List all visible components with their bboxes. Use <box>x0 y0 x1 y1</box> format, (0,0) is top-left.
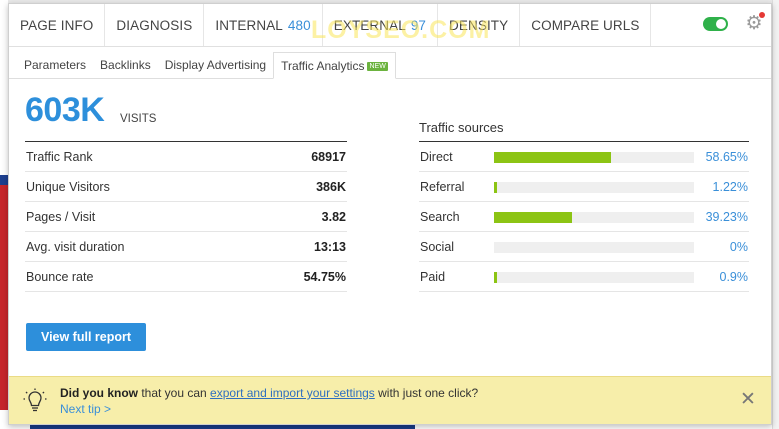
traffic-sources-title: Traffic sources <box>419 120 504 135</box>
stat-row: Avg. visit duration 13:13 <box>25 232 347 262</box>
export-import-settings-link[interactable]: export and import your settings <box>210 386 375 400</box>
source-percent: 0.9% <box>719 270 749 284</box>
subtab-parameters[interactable]: Parameters <box>17 52 93 79</box>
source-row: Search 39.23% <box>419 202 749 232</box>
source-label: Social <box>420 240 455 254</box>
tab-page-info[interactable]: PAGE INFO <box>9 4 106 46</box>
tip-text: with just one click? <box>374 386 479 400</box>
stat-value: 13:13 <box>314 239 346 254</box>
new-badge: new <box>367 62 388 71</box>
source-row: Paid 0.9% <box>419 262 749 292</box>
view-full-report-button[interactable]: View full report <box>26 323 146 351</box>
source-bar <box>494 242 694 253</box>
tab-external[interactable]: EXTERNAL 97 <box>323 4 439 46</box>
tab-count: 97 <box>410 17 427 33</box>
background-page-fragment <box>0 185 8 429</box>
tab-label: PAGE INFO <box>20 17 94 33</box>
visits-value: 603K <box>25 91 105 129</box>
source-bar-fill <box>494 212 573 223</box>
tab-label: EXTERNAL <box>333 17 406 33</box>
source-label: Search <box>420 210 460 224</box>
tip-text: that you can <box>138 386 211 400</box>
source-bar <box>494 212 694 223</box>
background-page-fragment <box>0 175 8 185</box>
tab-label: COMPARE URLS <box>531 17 640 33</box>
visits-label: VISITS <box>120 113 157 125</box>
traffic-analytics-panel: 603K VISITS Traffic Rank 68917 Unique Vis… <box>9 79 771 379</box>
source-label: Direct <box>420 150 453 164</box>
tab-compare-urls[interactable]: COMPARE URLS <box>520 4 652 46</box>
source-bar <box>494 182 694 193</box>
stat-label: Unique Visitors <box>26 179 110 194</box>
tab-label: DENSITY <box>449 17 509 33</box>
tip-message: Did you know that you can export and imp… <box>60 386 478 400</box>
source-percent: 1.22% <box>712 180 748 194</box>
subtab-display-advertising[interactable]: Display Advertising <box>158 52 273 79</box>
stat-label: Traffic Rank <box>26 149 93 164</box>
tip-bar: Did you know that you can export and imp… <box>9 376 771 424</box>
source-bar-fill <box>494 272 497 283</box>
source-percent: 0% <box>729 240 748 254</box>
source-percent: 39.23% <box>705 210 748 224</box>
stat-value: 54.75% <box>303 269 346 284</box>
stat-label: Avg. visit duration <box>26 239 125 254</box>
source-percent: 58.65% <box>705 150 748 164</box>
stat-row: Traffic Rank 68917 <box>25 142 347 172</box>
stats-table: Traffic Rank 68917 Unique Visitors 386K Pa… <box>25 141 347 292</box>
source-row: Social 0% <box>419 232 749 262</box>
stat-row: Unique Visitors 386K <box>25 172 347 202</box>
stat-row: Pages / Visit 3.82 <box>25 202 347 232</box>
seo-toolbar-popup: PAGE INFO DIAGNOSIS INTERNAL 480 EXTERNAL… <box>8 3 772 425</box>
tab-density[interactable]: DENSITY <box>438 4 521 46</box>
source-bar <box>494 152 694 163</box>
stat-value: 3.82 <box>321 209 346 224</box>
subtab-label: Backlinks <box>100 58 151 72</box>
tab-count: 480 <box>287 17 311 33</box>
source-row: Referral 1.22% <box>419 172 749 202</box>
source-row: Direct 58.65% <box>419 142 749 172</box>
subtab-backlinks[interactable]: Backlinks <box>93 52 158 79</box>
tab-internal[interactable]: INTERNAL 480 <box>204 4 323 46</box>
notification-dot <box>759 12 765 18</box>
subtab-label: Traffic Analytics <box>281 59 365 73</box>
close-icon[interactable]: ✕ <box>740 390 756 409</box>
lightbulb-icon <box>23 388 47 412</box>
tab-diagnosis[interactable]: DIAGNOSIS <box>105 4 205 46</box>
tab-label: DIAGNOSIS <box>116 17 193 33</box>
source-label: Referral <box>420 180 465 194</box>
traffic-sources-table: Direct 58.65% Referral 1.22% Search 39.2… <box>419 141 749 292</box>
tip-lead: Did you know <box>60 386 138 400</box>
subtab-label: Display Advertising <box>164 58 267 72</box>
source-bar-fill <box>494 152 612 163</box>
background-scrollbar <box>772 0 779 429</box>
stat-label: Pages / Visit <box>26 209 96 224</box>
top-navigation: PAGE INFO DIAGNOSIS INTERNAL 480 EXTERNAL… <box>9 4 771 47</box>
stat-label: Bounce rate <box>26 269 94 284</box>
stat-value: 68917 <box>311 149 346 164</box>
source-bar <box>494 272 694 283</box>
source-label: Paid <box>420 270 446 284</box>
subtab-label: Parameters <box>24 58 87 72</box>
sub-tabs: Parameters Backlinks Display Advertising… <box>9 52 771 79</box>
source-bar-fill <box>494 182 497 193</box>
enable-toggle[interactable] <box>703 17 728 31</box>
stat-row: Bounce rate 54.75% <box>25 262 347 292</box>
next-tip-link[interactable]: Next tip > <box>60 402 111 416</box>
stat-value: 386K <box>316 179 346 194</box>
tab-label: INTERNAL <box>215 17 283 33</box>
subtab-traffic-analytics[interactable]: Traffic Analytics new <box>273 52 396 79</box>
